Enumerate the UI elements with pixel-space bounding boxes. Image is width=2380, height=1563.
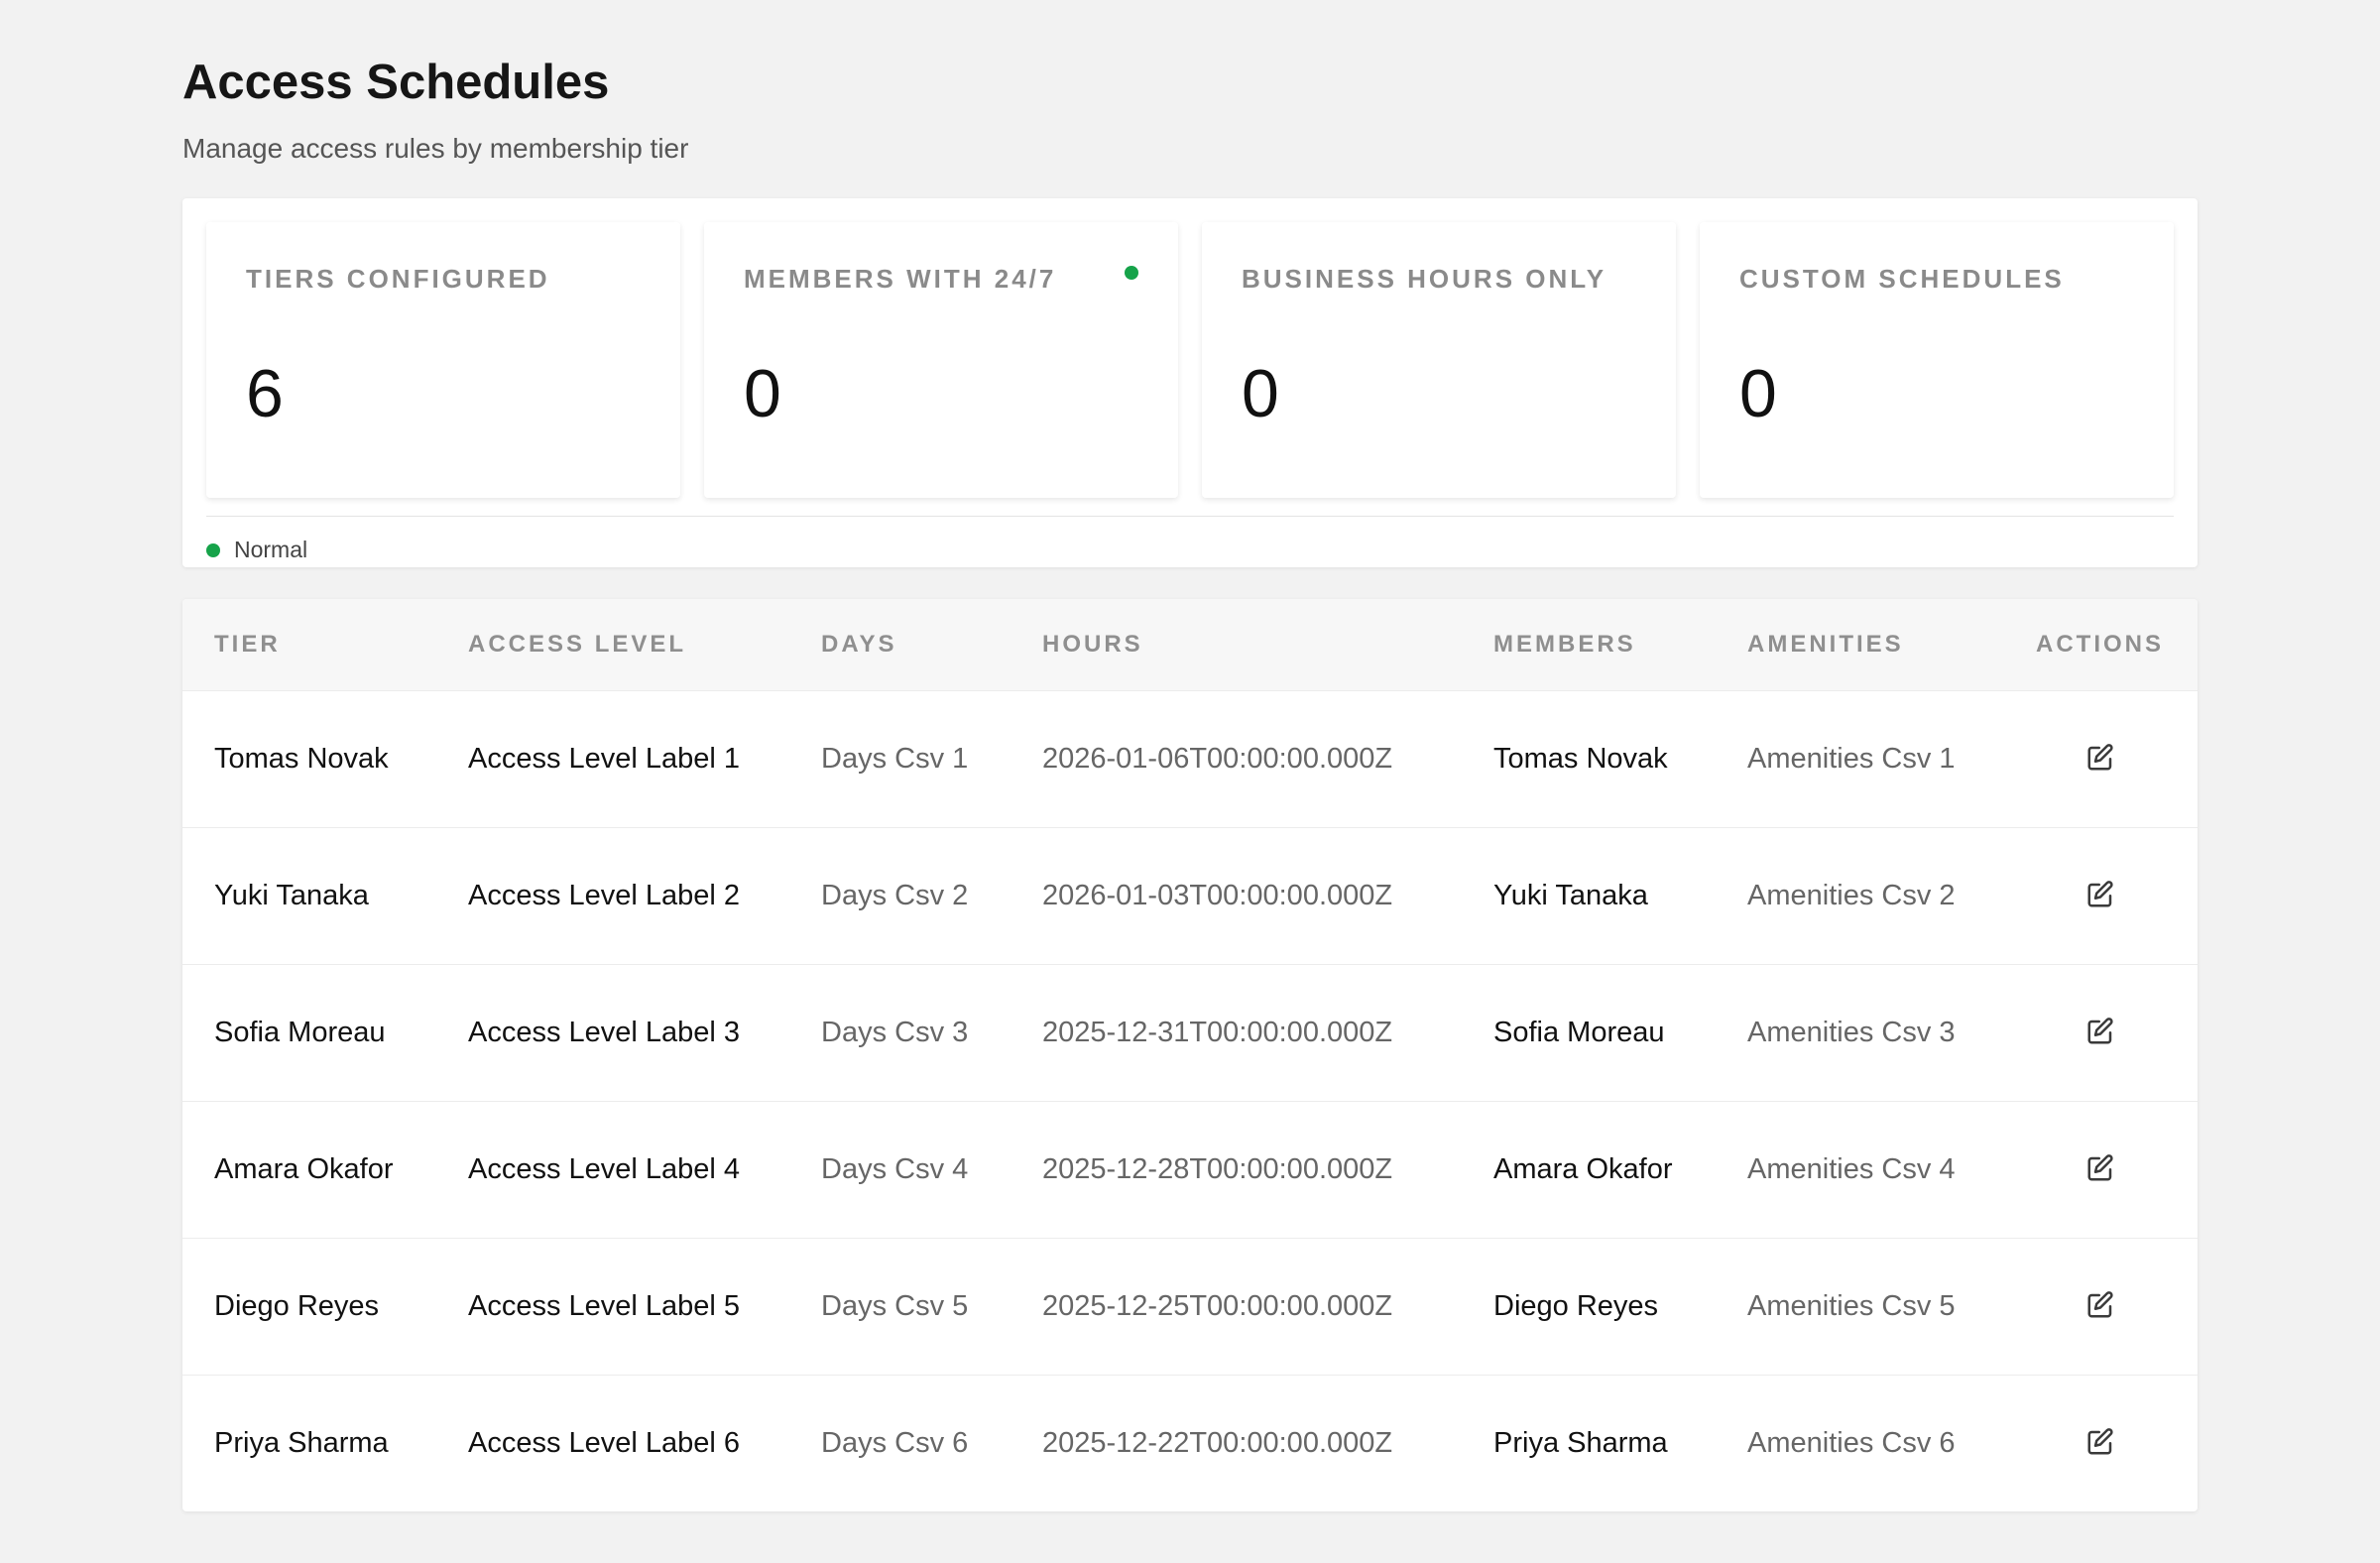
table-row[interactable]: Diego Reyes Access Level Label 5 Days Csv … xyxy=(182,1238,2198,1375)
cell-amenities: Amenities Csv 5 xyxy=(1747,1289,1956,1322)
cell-tier: Sofia Moreau xyxy=(214,1016,386,1048)
cell-tier: Yuki Tanaka xyxy=(214,879,369,911)
cell-actions xyxy=(2002,690,2198,827)
edit-icon xyxy=(2087,1017,2113,1043)
stat-card-members-24-7: MEMBERS WITH 24/7 0 xyxy=(704,222,1178,498)
stat-label: BUSINESS HOURS ONLY xyxy=(1242,264,1607,294)
edit-button[interactable] xyxy=(2081,738,2120,778)
edit-icon xyxy=(2087,1290,2113,1317)
page-title: Access Schedules xyxy=(182,56,610,109)
table-row[interactable]: Priya Sharma Access Level Label 6 Days Csv… xyxy=(182,1375,2198,1511)
cell-actions xyxy=(2002,964,2198,1101)
stat-label: TIERS CONFIGURED xyxy=(246,264,550,294)
edit-button[interactable] xyxy=(2081,875,2120,914)
cell-amenities: Amenities Csv 1 xyxy=(1747,742,1956,775)
stat-card-custom-schedules: CUSTOM SCHEDULES 0 xyxy=(1700,222,2174,498)
table-row[interactable]: Tomas Novak Access Level Label 1 Days Csv … xyxy=(182,690,2198,827)
cell-members: Diego Reyes xyxy=(1493,1289,1659,1322)
column-header-hours[interactable]: HOURS xyxy=(1011,599,1462,690)
cell-days: Days Csv 4 xyxy=(821,1152,969,1185)
stats-panel: TIERS CONFIGURED 6 MEMBERS WITH 24/7 0 B… xyxy=(182,198,2198,567)
page-subtitle: Manage access rules by membership tier xyxy=(182,133,689,164)
access-schedules-table: TIER ACCESS LEVEL DAYS HOURS MEMBERS AME… xyxy=(182,599,2198,1511)
cell-actions xyxy=(2002,1101,2198,1238)
cell-members: Tomas Novak xyxy=(1493,742,1668,775)
edit-icon xyxy=(2087,1153,2113,1180)
edit-button[interactable] xyxy=(2081,1285,2120,1325)
cell-access-level: Access Level Label 4 xyxy=(468,1152,741,1185)
stat-card-business-hours-only: BUSINESS HOURS ONLY 0 xyxy=(1202,222,1676,498)
access-schedules-table-panel: TIER ACCESS LEVEL DAYS HOURS MEMBERS AME… xyxy=(182,599,2198,1511)
table-body: Tomas Novak Access Level Label 1 Days Csv … xyxy=(182,690,2198,1511)
cell-hours: 2025-12-25T00:00:00.000Z xyxy=(1042,1289,1393,1322)
table-row[interactable]: Sofia Moreau Access Level Label 3 Days Csv… xyxy=(182,964,2198,1101)
cell-hours: 2025-12-31T00:00:00.000Z xyxy=(1042,1016,1393,1048)
table-header-row: TIER ACCESS LEVEL DAYS HOURS MEMBERS AME… xyxy=(182,599,2198,690)
cell-days: Days Csv 2 xyxy=(821,879,969,911)
status-indicator-dot xyxy=(1125,266,1138,280)
cell-tier: Diego Reyes xyxy=(214,1289,380,1322)
stat-value: 0 xyxy=(744,356,781,431)
edit-icon xyxy=(2087,743,2113,770)
cell-amenities: Amenities Csv 4 xyxy=(1747,1152,1956,1185)
status-line: Normal xyxy=(206,537,2174,563)
stat-value: 0 xyxy=(1739,356,1777,431)
cell-hours: 2026-01-03T00:00:00.000Z xyxy=(1042,879,1393,911)
status-dot xyxy=(206,542,220,557)
cell-amenities: Amenities Csv 2 xyxy=(1747,879,1956,911)
cell-amenities: Amenities Csv 6 xyxy=(1747,1426,1956,1459)
cell-access-level: Access Level Label 3 xyxy=(468,1016,741,1048)
column-header-members[interactable]: MEMBERS xyxy=(1462,599,1716,690)
cell-access-level: Access Level Label 2 xyxy=(468,879,741,911)
divider xyxy=(206,516,2174,517)
cell-access-level: Access Level Label 6 xyxy=(468,1426,741,1459)
stat-card-tiers-configured: TIERS CONFIGURED 6 xyxy=(206,222,680,498)
column-header-days[interactable]: DAYS xyxy=(789,599,1011,690)
status-label: Normal xyxy=(234,537,308,562)
cell-days: Days Csv 5 xyxy=(821,1289,969,1322)
edit-icon xyxy=(2087,880,2113,906)
cell-members: Yuki Tanaka xyxy=(1493,879,1648,911)
cell-tier: Amara Okafor xyxy=(214,1152,394,1185)
cell-actions xyxy=(2002,827,2198,964)
edit-icon xyxy=(2087,1427,2113,1455)
stat-label: CUSTOM SCHEDULES xyxy=(1739,264,2065,294)
column-header-access-level[interactable]: ACCESS LEVEL xyxy=(436,599,789,690)
cell-hours: 2025-12-22T00:00:00.000Z xyxy=(1042,1426,1393,1459)
edit-button[interactable] xyxy=(2081,1148,2120,1188)
cell-days: Days Csv 6 xyxy=(821,1426,969,1459)
access-schedules-page: Access Schedules Manage access rules by … xyxy=(182,50,2198,1511)
cell-members: Priya Sharma xyxy=(1493,1426,1668,1459)
column-header-tier[interactable]: TIER xyxy=(182,599,436,690)
table-row[interactable]: Amara Okafor Access Level Label 4 Days Csv… xyxy=(182,1101,2198,1238)
stat-value: 6 xyxy=(246,356,284,431)
cell-days: Days Csv 1 xyxy=(821,742,969,775)
stat-value: 0 xyxy=(1242,356,1279,431)
cell-hours: 2026-01-06T00:00:00.000Z xyxy=(1042,742,1393,775)
edit-button[interactable] xyxy=(2081,1012,2120,1051)
cell-members: Amara Okafor xyxy=(1493,1152,1673,1185)
stat-label: MEMBERS WITH 24/7 xyxy=(744,264,1057,294)
cell-days: Days Csv 3 xyxy=(821,1016,969,1048)
table-row[interactable]: Yuki Tanaka Access Level Label 2 Days Csv … xyxy=(182,827,2198,964)
stats-row: TIERS CONFIGURED 6 MEMBERS WITH 24/7 0 B… xyxy=(206,222,2174,498)
column-header-amenities[interactable]: AMENITIES xyxy=(1716,599,2002,690)
cell-access-level: Access Level Label 5 xyxy=(468,1289,741,1322)
cell-hours: 2025-12-28T00:00:00.000Z xyxy=(1042,1152,1393,1185)
column-header-actions: ACTIONS xyxy=(2036,630,2164,658)
cell-amenities: Amenities Csv 3 xyxy=(1747,1016,1956,1048)
cell-members: Sofia Moreau xyxy=(1493,1016,1665,1048)
cell-actions xyxy=(2002,1375,2198,1511)
cell-tier: Tomas Novak xyxy=(214,742,389,775)
cell-access-level: Access Level Label 1 xyxy=(468,742,741,775)
cell-tier: Priya Sharma xyxy=(214,1426,389,1459)
edit-button[interactable] xyxy=(2081,1422,2120,1462)
cell-actions xyxy=(2002,1238,2198,1375)
